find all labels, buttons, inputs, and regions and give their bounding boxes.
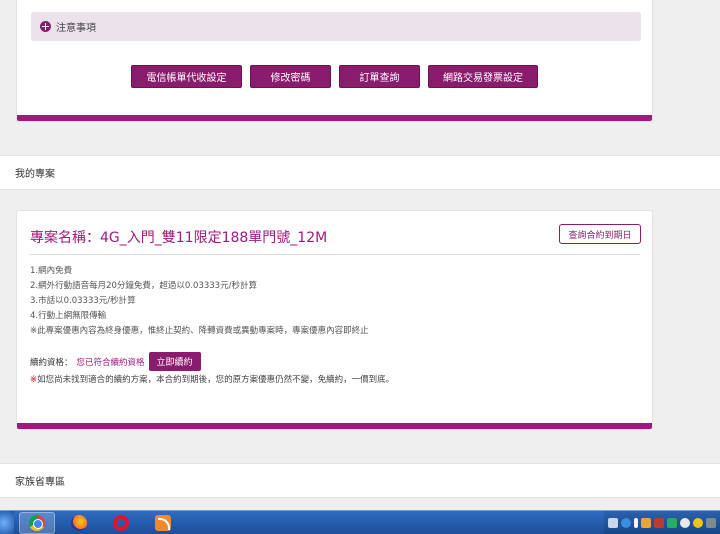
section-header-my-projects: 我的專案 [0,155,720,190]
renewal-note: ※如您尚未找到適合的續約方案，本合約到期後，您的原方案優惠仍然不變，免續約，一價… [30,373,394,385]
app-tray-icon[interactable] [667,518,677,528]
section-title: 家族省專區 [15,477,65,488]
volume-icon[interactable] [680,518,690,528]
list-item: 1.網內免費 [30,266,73,276]
project-terms-list: 1.網內免費 2.網外行動語音每月20分鐘免費，超過以0.03333元/秒計算 … [30,264,369,339]
keyboard-icon[interactable] [608,518,618,528]
firefox-icon [71,515,87,531]
plus-circle-icon [40,21,51,32]
change-password-button[interactable]: 修改密碼 [250,65,331,88]
feed-icon [155,515,171,531]
account-card: 注意事項 電信帳單代收設定 修改密碼 訂單查詢 網路交易發票設定 [16,0,653,122]
list-item: 3.市話以0.03333元/秒計算 [30,296,136,306]
query-contract-expiry-button[interactable]: 查詢合約到期日 [559,224,641,244]
renewal-status: 您已符合續約資格 [76,357,145,368]
section-header-family: 家族省專區 [0,463,720,498]
billing-collection-settings-button[interactable]: 電信帳單代收設定 [131,65,242,88]
project-card: 專案名稱：4G_入門_雙11限定188單門號_12M 查詢合約到期日 1.網內免… [16,210,653,430]
renew-now-button[interactable]: 立即續約 [148,352,201,371]
project-title: 專案名稱：4G_入門_雙11限定188單門號_12M [30,230,328,246]
list-item: 2.網外行動語音每月20分鐘免費，超過以0.03333元/秒計算 [30,281,257,291]
taskbar [0,510,720,534]
system-tray [604,511,720,534]
network-icon[interactable] [634,518,638,528]
card-accent-bar [17,423,652,429]
list-item: ※此專案優惠內容為終身優惠，惟終止契約、降轉資費或異動專案時，專案優惠內容即終止 [30,326,369,336]
taskbar-app-firefox[interactable] [61,512,97,534]
start-button[interactable] [0,511,14,534]
notice-label: 注意事項 [56,23,96,34]
list-item: 4.行動上網無限傳輸 [30,311,107,321]
notice-toggle[interactable]: 注意事項 [31,12,641,41]
app-tray-icon[interactable] [693,518,703,528]
app-tray-icon[interactable] [641,518,651,528]
taskbar-app-chrome[interactable] [19,512,55,534]
chrome-icon [29,515,45,531]
renewal-row: 續約資格： 您已符合續約資格 立即續約 [30,352,201,371]
taskbar-app-opera[interactable] [103,512,139,534]
order-query-button[interactable]: 訂單查詢 [339,65,420,88]
taskbar-app-feed[interactable] [145,512,181,534]
divider [30,254,640,255]
app-tray-icon[interactable] [654,518,664,528]
card-accent-bar [17,115,652,121]
section-title: 我的專案 [15,169,55,180]
help-icon[interactable] [621,518,631,528]
app-tray-icon[interactable] [706,518,716,528]
invoice-settings-button[interactable]: 網路交易發票設定 [428,65,538,88]
renewal-label: 續約資格： [30,357,73,368]
renewal-note-text: 如您尚未找到適合的續約方案，本合約到期後，您的原方案優惠仍然不變，免續約，一價到… [37,375,395,385]
opera-icon [113,515,129,531]
